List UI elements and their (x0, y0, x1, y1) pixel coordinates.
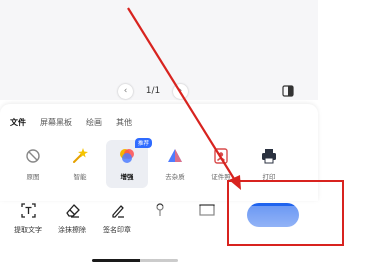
annotation-highlight-box (227, 180, 344, 246)
filter-smart[interactable]: 智能 (59, 140, 101, 188)
filter-label: 增强 (120, 173, 134, 181)
magic-wand-icon (73, 148, 88, 163)
color-enhance-icon (120, 149, 134, 163)
tab-drawing[interactable]: 绘画 (86, 117, 102, 128)
tool-label: 提取文字 (14, 226, 42, 234)
id-photo-icon (214, 148, 228, 164)
recommend-badge: 推荐 (134, 138, 152, 148)
filter-remove-impurities[interactable]: 去杂质 (154, 140, 196, 188)
split-view-icon[interactable] (281, 84, 295, 98)
page-navigator: ‹ 1/1 › (118, 82, 188, 100)
chevron-right-icon[interactable]: › (172, 83, 188, 99)
filter-original[interactable]: 原图 (12, 140, 54, 188)
tool-icon-partial[interactable] (154, 203, 166, 217)
home-indicator (92, 259, 178, 262)
tool-label: 涂抹擦除 (58, 226, 86, 234)
eraser-icon (65, 204, 80, 218)
signature-stamp-button[interactable]: 签名印章 (91, 203, 143, 235)
chevron-left-icon[interactable]: ‹ (118, 83, 133, 99)
signature-icon (111, 205, 124, 218)
filter-label: 智能 (73, 173, 87, 181)
shadow-remove-icon (168, 149, 182, 162)
filter-enhance[interactable]: 推荐 增强 (106, 138, 152, 188)
page-indicator: 1/1 (145, 86, 161, 96)
no-filter-icon (26, 149, 40, 163)
printer-icon (262, 149, 276, 164)
tool-label: 签名印章 (103, 226, 131, 234)
text-extract-icon (20, 203, 36, 218)
tab-file[interactable]: 文件 (10, 117, 26, 128)
tool-icon-partial-2[interactable] (199, 203, 215, 217)
filter-label: 去杂质 (165, 173, 185, 181)
tab-screen-blackboard[interactable]: 屏幕黑板 (40, 117, 72, 128)
filter-label: 原图 (26, 173, 40, 181)
category-tabs: 文件 屏幕黑板 绘画 其他 (10, 117, 132, 128)
tab-other[interactable]: 其他 (116, 117, 132, 128)
